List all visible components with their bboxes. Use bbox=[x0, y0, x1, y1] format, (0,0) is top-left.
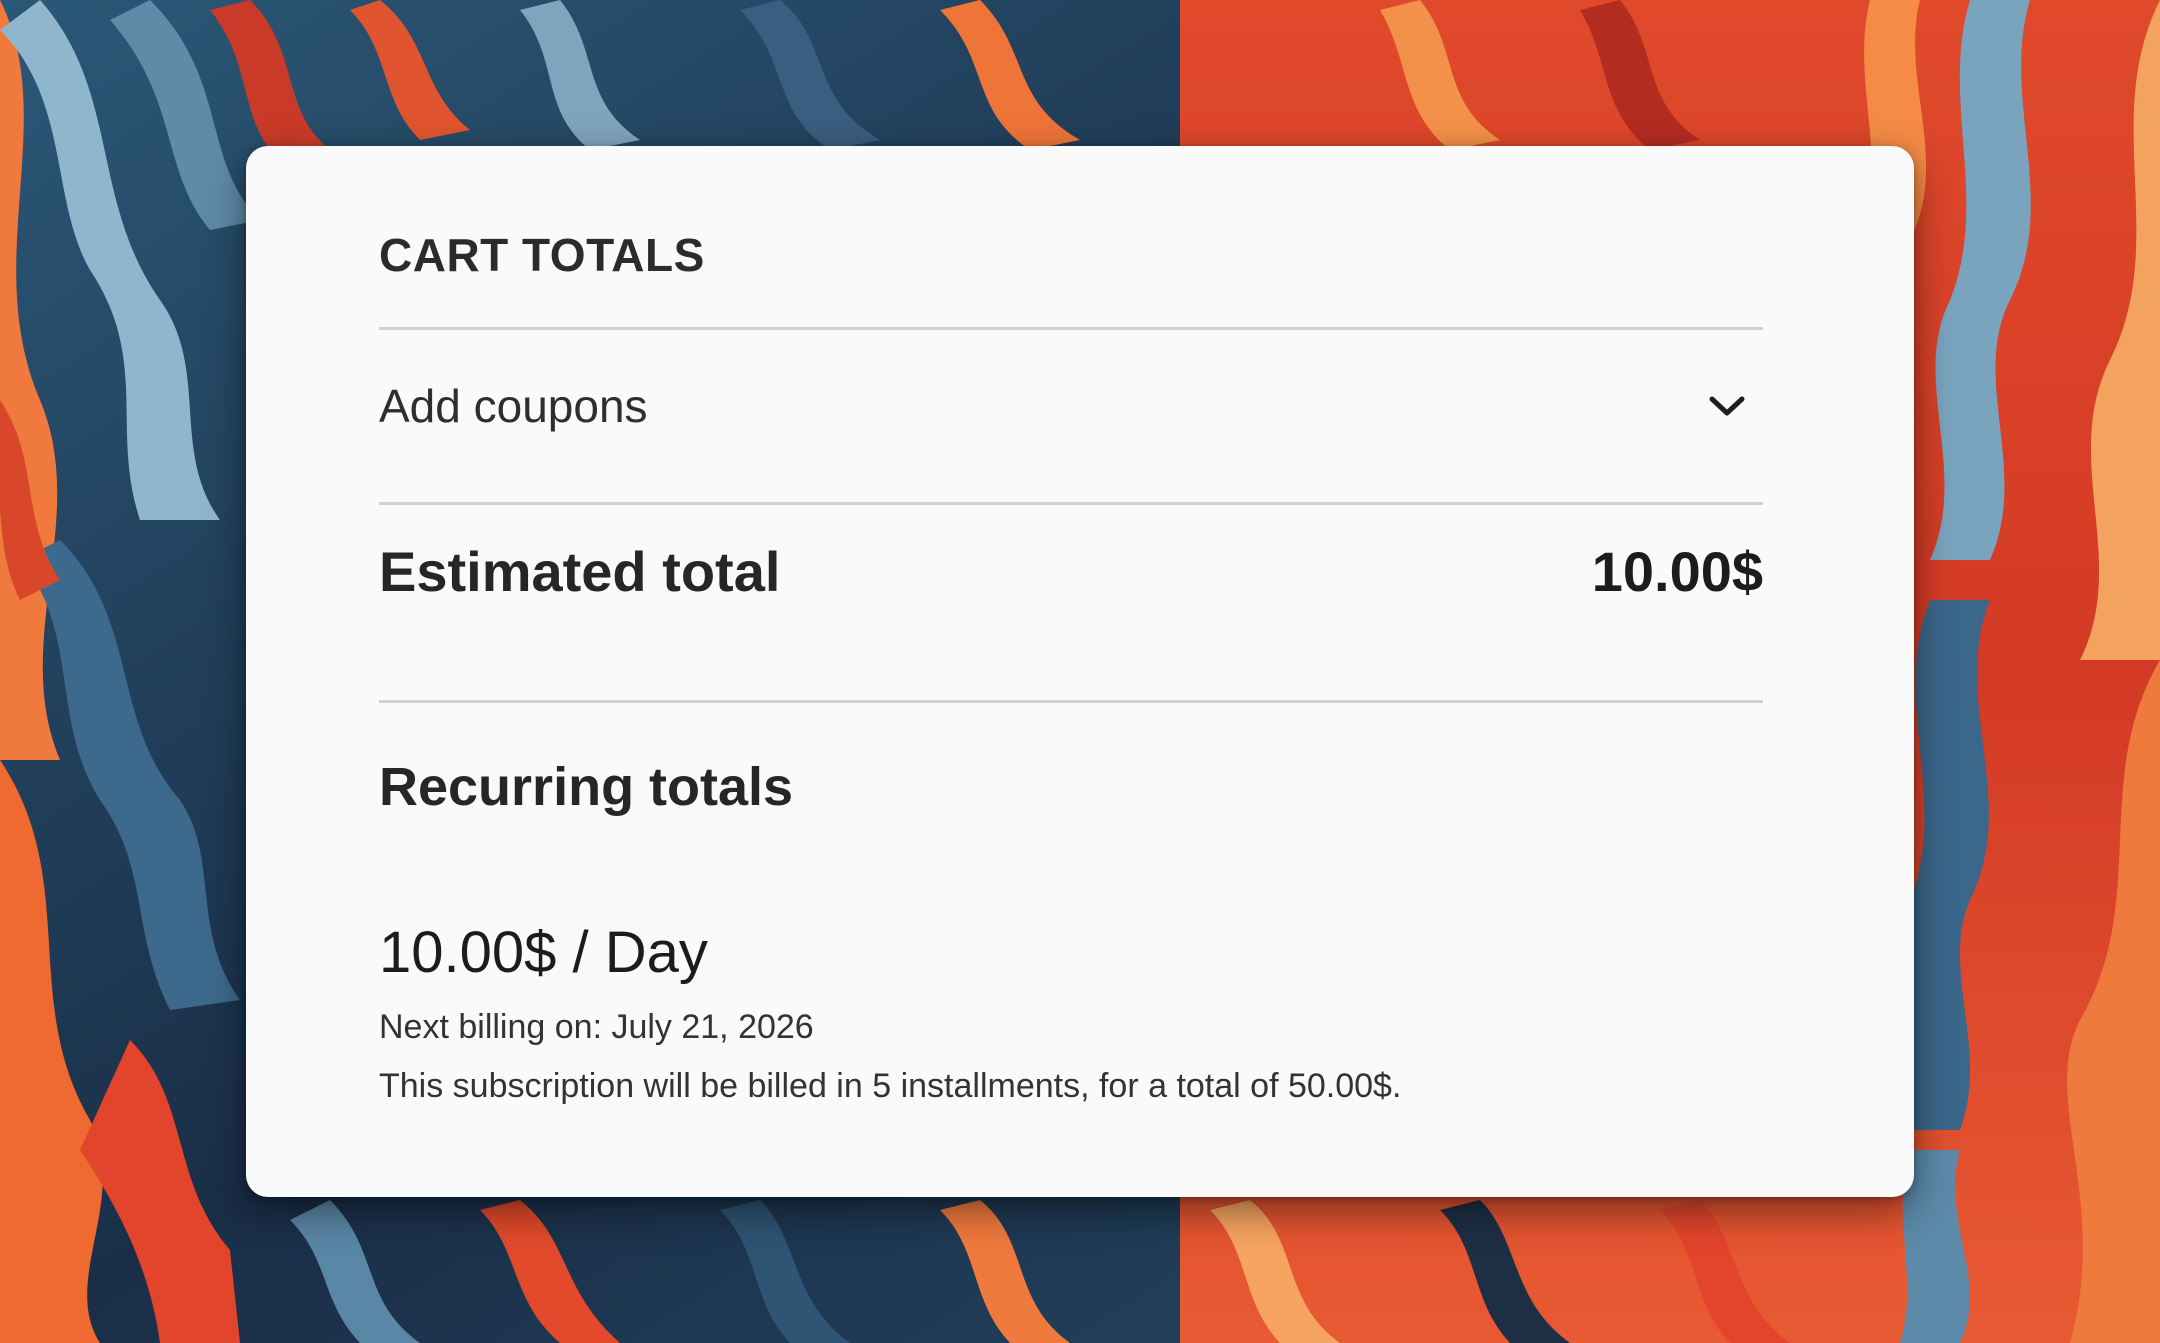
recurring-totals-title: Recurring totals bbox=[379, 757, 794, 817]
add-coupons-label: Add coupons bbox=[379, 380, 648, 432]
cart-totals-heading: CART TOTALS bbox=[379, 229, 705, 281]
divider bbox=[379, 327, 1763, 330]
add-coupons-toggle[interactable]: Add coupons bbox=[379, 331, 1763, 481]
estimated-total-row: Estimated total 10.00$ bbox=[379, 496, 1763, 646]
chevron-down-icon[interactable] bbox=[1705, 384, 1749, 428]
installments-note: This subscription will be billed in 5 in… bbox=[379, 1067, 1402, 1105]
recurring-price: 10.00$ / Day bbox=[379, 920, 708, 985]
estimated-total-label: Estimated total bbox=[379, 539, 781, 603]
next-billing-date: Next billing on: July 21, 2026 bbox=[379, 1008, 814, 1046]
estimated-total-value: 10.00$ bbox=[1591, 539, 1763, 603]
cart-totals-card: CART TOTALS Add coupons Estimated total … bbox=[246, 146, 1914, 1197]
divider bbox=[379, 700, 1763, 703]
